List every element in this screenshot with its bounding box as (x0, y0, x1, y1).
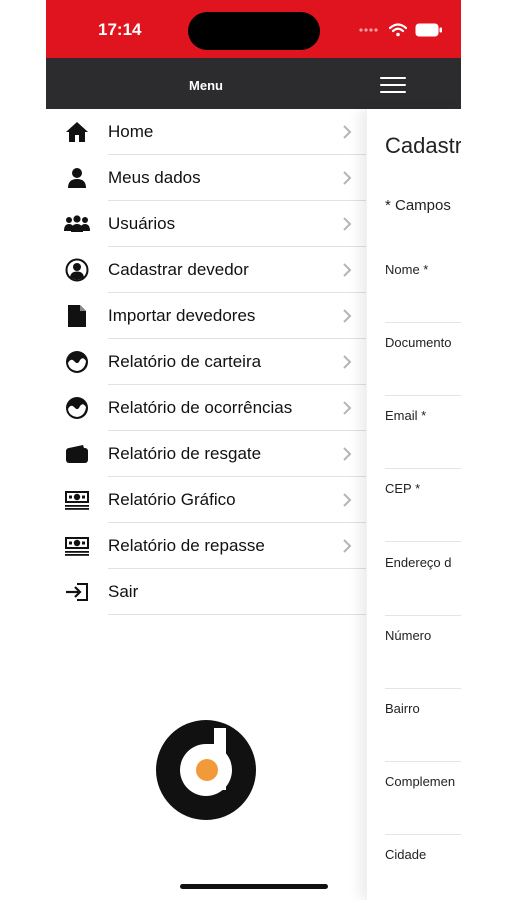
status-time: 17:14 (98, 20, 142, 39)
field-email-input[interactable] (385, 468, 461, 469)
field-label-cep: CEP * (385, 481, 421, 496)
menu-item-sair[interactable]: Sair (46, 569, 366, 615)
field-endereco-input[interactable] (385, 615, 461, 616)
field-label-complemento: Complemen (385, 774, 456, 789)
document-icon (64, 304, 90, 328)
home-indicator[interactable] (180, 884, 328, 889)
menu-item-relatorio-ocorrencias[interactable]: Relatório de ocorrências (46, 385, 366, 431)
home-icon (64, 120, 90, 144)
user-icon (64, 166, 90, 190)
header-title: Menu (189, 78, 223, 93)
menu-item-importar-devedores[interactable]: Importar devedores (46, 293, 366, 339)
menu-item-label: Relatório Gráfico (108, 490, 236, 509)
menu-item-cadastrar-devedor[interactable]: Cadastrar devedor (46, 247, 366, 293)
field-label-numero: Número (385, 628, 432, 643)
field-nome-input[interactable] (385, 322, 461, 323)
field-label-email: Email * (385, 408, 427, 423)
menu-separator (108, 614, 366, 615)
menu-item-label: Cadastrar devedor (108, 260, 249, 279)
menu-item-usuarios[interactable]: Usuários (46, 201, 366, 247)
menu-item-relatorio-grafico[interactable]: Relatório Gráfico (46, 477, 366, 523)
field-complemento-input[interactable] (385, 834, 461, 835)
chart-circle-icon (64, 350, 90, 374)
chevron-right-icon (343, 263, 352, 277)
chevron-right-icon (343, 355, 352, 369)
chevron-right-icon (343, 447, 352, 461)
required-fields-note: * Campos (385, 197, 451, 214)
status-icons (359, 22, 443, 38)
form-title: Cadastr (385, 133, 461, 158)
menu-item-label: Importar devedores (108, 306, 256, 325)
chevron-right-icon (343, 539, 352, 553)
app-header: Menu (46, 58, 461, 109)
chevron-right-icon (343, 401, 352, 415)
battery-icon (415, 23, 442, 37)
money-icon (64, 488, 90, 512)
menu-item-label: Relatório de ocorrências (108, 398, 293, 417)
chevron-right-icon (343, 217, 352, 231)
field-bairro-input[interactable] (385, 761, 461, 762)
menu-item-relatorio-carteira[interactable]: Relatório de carteira (46, 339, 366, 385)
chevron-right-icon (343, 309, 352, 323)
money-icon (64, 534, 90, 558)
menu-item-home[interactable]: Home (46, 109, 366, 155)
chart-circle-icon (64, 396, 90, 420)
menu-item-relatorio-repasse[interactable]: Relatório de repasse (46, 523, 366, 569)
logout-icon (64, 580, 90, 604)
chevron-right-icon (343, 125, 352, 139)
field-label-cidade: Cidade (385, 847, 427, 862)
signal-icon (359, 28, 378, 32)
chevron-right-icon (343, 493, 352, 507)
registration-form-panel: Cadastr * Campos Nome * Documento Email … (366, 109, 461, 900)
field-label-bairro: Bairro (385, 701, 420, 716)
field-label-nome: Nome * (385, 262, 429, 277)
menu-item-label: Home (108, 122, 154, 141)
dynamic-island (188, 12, 320, 50)
field-label-documento: Documento (385, 335, 452, 350)
menu-item-label: Relatório de carteira (108, 352, 262, 371)
menu-item-label: Relatório de resgate (108, 444, 262, 463)
field-label-endereco: Endereço d (385, 555, 452, 570)
user-circle-icon (64, 258, 90, 282)
app-logo (156, 720, 256, 820)
hamburger-menu-icon[interactable] (380, 77, 406, 93)
menu-item-relatorio-resgate[interactable]: Relatório de resgate (46, 431, 366, 477)
field-documento-input[interactable] (385, 395, 461, 396)
phone-screen: 17:14 Menu Home Meus dados Usuários Cada… (46, 0, 461, 900)
status-bar: 17:14 (46, 0, 461, 58)
menu-item-label: Meus dados (108, 168, 201, 187)
wifi-icon (389, 23, 407, 37)
menu-item-label: Relatório de repasse (108, 536, 265, 555)
field-cep-input[interactable] (385, 541, 461, 542)
chevron-right-icon (343, 171, 352, 185)
menu-item-label: Usuários (108, 214, 176, 233)
users-icon (64, 212, 90, 236)
field-numero-input[interactable] (385, 688, 461, 689)
menu-item-label: Sair (108, 582, 139, 601)
menu-item-meus-dados[interactable]: Meus dados (46, 155, 366, 201)
wallet-icon (64, 442, 90, 466)
side-menu: Home Meus dados Usuários Cadastrar deved… (46, 109, 366, 900)
